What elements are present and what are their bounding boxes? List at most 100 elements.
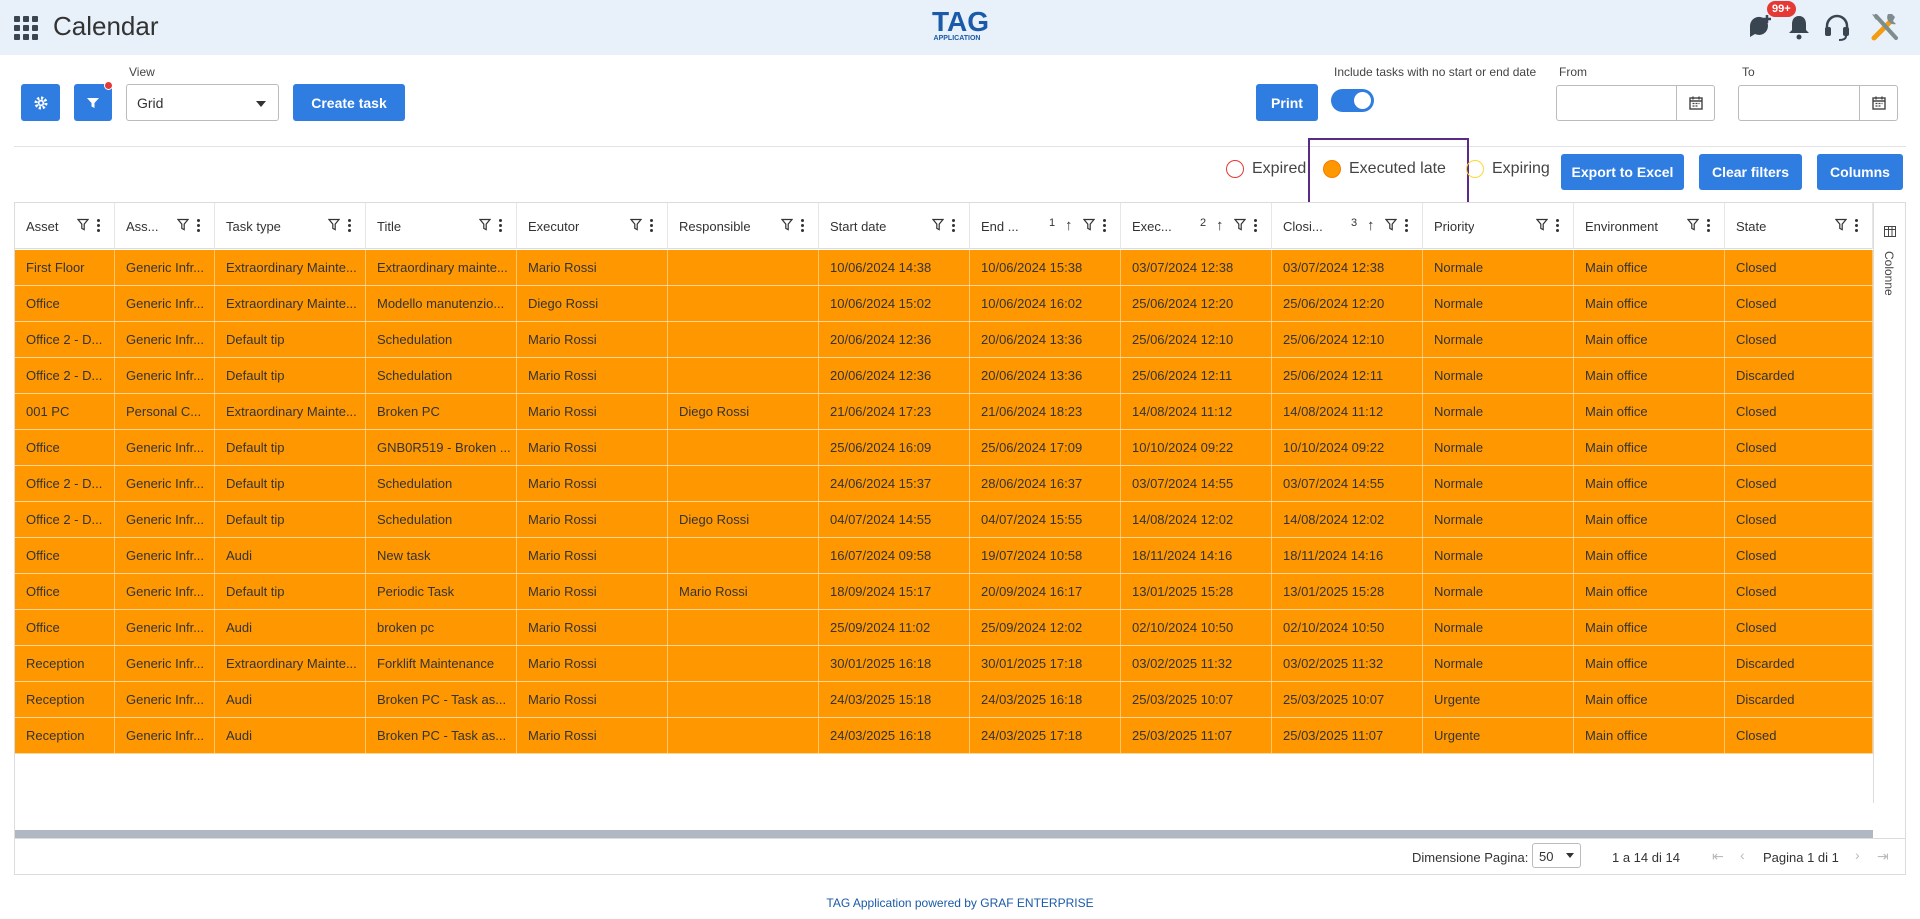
settings-button[interactable] bbox=[21, 84, 60, 121]
powered-by-footer[interactable]: TAG Application powered by GRAF ENTERPRI… bbox=[0, 896, 1920, 910]
column-menu-icon[interactable] bbox=[1405, 219, 1408, 233]
filter-icon[interactable] bbox=[1687, 218, 1699, 232]
filter-icon[interactable] bbox=[781, 218, 793, 232]
filter-icon[interactable] bbox=[630, 218, 642, 232]
columns-button[interactable]: Columns bbox=[1817, 154, 1903, 190]
table-cell: Main office bbox=[1574, 574, 1725, 609]
column-menu-icon[interactable] bbox=[801, 219, 804, 233]
column-menu-icon[interactable] bbox=[97, 219, 100, 233]
sort-ascending-icon[interactable]: ↑ bbox=[1367, 217, 1375, 234]
print-button[interactable]: Print bbox=[1256, 84, 1318, 121]
column-header[interactable]: State bbox=[1725, 203, 1873, 249]
page-title: Calendar bbox=[53, 11, 159, 41]
column-header[interactable]: Environment bbox=[1574, 203, 1725, 249]
column-header[interactable]: End ... 1 ↑ bbox=[970, 203, 1121, 249]
table-cell: Office bbox=[15, 538, 115, 573]
next-page-icon[interactable]: › bbox=[1855, 847, 1860, 863]
table-cell: 13/01/2025 15:28 bbox=[1272, 574, 1423, 609]
headset-icon[interactable] bbox=[1822, 12, 1852, 42]
clear-filters-button[interactable]: Clear filters bbox=[1699, 154, 1802, 190]
column-menu-icon[interactable] bbox=[1254, 219, 1257, 233]
table-cell: Main office bbox=[1574, 358, 1725, 393]
table-cell: Mario Rossi bbox=[517, 574, 668, 609]
include-tasks-toggle[interactable] bbox=[1331, 89, 1374, 112]
filter-icon[interactable] bbox=[1083, 218, 1095, 232]
tools-icon[interactable] bbox=[1868, 10, 1902, 44]
last-page-icon[interactable]: ⇥ bbox=[1877, 848, 1889, 865]
calendar-icon[interactable] bbox=[1859, 86, 1897, 120]
from-date-input[interactable] bbox=[1556, 85, 1715, 121]
column-header[interactable]: Responsible bbox=[668, 203, 819, 249]
table-cell: Broken PC bbox=[366, 394, 517, 429]
legend-expired[interactable]: Expired bbox=[1226, 160, 1306, 178]
previous-page-icon[interactable]: ‹ bbox=[1740, 847, 1745, 863]
column-menu-icon[interactable] bbox=[348, 219, 351, 233]
filter-button[interactable] bbox=[74, 81, 113, 121]
column-header[interactable]: Executor bbox=[517, 203, 668, 249]
apps-grid-icon[interactable] bbox=[14, 16, 38, 40]
table-row[interactable]: First Floor Generic Infr... Extraordinary … bbox=[15, 250, 1873, 286]
filter-icon[interactable] bbox=[77, 218, 89, 232]
sort-ascending-icon[interactable]: ↑ bbox=[1065, 217, 1073, 234]
calendar-icon[interactable] bbox=[1676, 86, 1714, 120]
add-feedback-icon[interactable] bbox=[1745, 12, 1775, 42]
table-row[interactable]: Reception Generic Infr... Audi Broken PC - … bbox=[15, 718, 1873, 754]
table-row[interactable]: Reception Generic Infr... Extraordinary Ma… bbox=[15, 646, 1873, 682]
column-header[interactable]: Priority bbox=[1423, 203, 1574, 249]
column-menu-icon[interactable] bbox=[1556, 219, 1559, 233]
export-excel-button[interactable]: Export to Excel bbox=[1561, 154, 1684, 190]
columns-side-panel[interactable]: Colonne bbox=[1873, 203, 1905, 803]
filter-icon[interactable] bbox=[1835, 218, 1847, 232]
column-header[interactable]: Exec... 2 ↑ bbox=[1121, 203, 1272, 249]
page-size-select[interactable]: 50 bbox=[1532, 843, 1581, 868]
table-cell: Reception bbox=[15, 718, 115, 753]
column-header[interactable]: Closi... 3 ↑ bbox=[1272, 203, 1423, 249]
sort-ascending-icon[interactable]: ↑ bbox=[1216, 217, 1224, 234]
columns-icon bbox=[1884, 226, 1896, 237]
column-header[interactable]: Title bbox=[366, 203, 517, 249]
top-bar: Calendar TAG APPLICATION 99+ bbox=[0, 0, 1920, 55]
table-row[interactable]: Office Generic Infr... Extraordinary Maint… bbox=[15, 286, 1873, 322]
to-date-input[interactable] bbox=[1738, 85, 1898, 121]
legend-expiring[interactable]: Expiring bbox=[1466, 160, 1550, 178]
table-cell: 25/06/2024 12:10 bbox=[1121, 322, 1272, 357]
column-menu-icon[interactable] bbox=[1855, 219, 1858, 233]
horizontal-scrollbar[interactable] bbox=[15, 830, 1873, 838]
first-page-icon[interactable]: ⇤ bbox=[1712, 848, 1724, 865]
column-menu-icon[interactable] bbox=[499, 219, 502, 233]
filter-icon[interactable] bbox=[328, 218, 340, 232]
table-row[interactable]: Office 2 - D... Generic Infr... Default ti… bbox=[15, 322, 1873, 358]
table-row[interactable]: Office 2 - D... Generic Infr... Default ti… bbox=[15, 358, 1873, 394]
filter-icon[interactable] bbox=[1385, 218, 1397, 232]
table-cell: Normale bbox=[1423, 394, 1574, 429]
column-header[interactable]: Asset bbox=[15, 203, 115, 249]
table-cell: Mario Rossi bbox=[517, 250, 668, 285]
table-cell: Mario Rossi bbox=[517, 610, 668, 645]
column-menu-icon[interactable] bbox=[197, 219, 200, 233]
column-header[interactable]: Ass... bbox=[115, 203, 215, 249]
column-menu-icon[interactable] bbox=[1707, 219, 1710, 233]
column-header[interactable]: Task type bbox=[215, 203, 366, 249]
filter-icon[interactable] bbox=[1234, 218, 1246, 232]
column-menu-icon[interactable] bbox=[1103, 219, 1106, 233]
view-select[interactable]: Grid bbox=[126, 84, 279, 121]
table-row[interactable]: 001 PC Personal C... Extraordinary Mainte.… bbox=[15, 394, 1873, 430]
column-header[interactable]: Start date bbox=[819, 203, 970, 249]
table-row[interactable]: Reception Generic Infr... Audi Broken PC - … bbox=[15, 682, 1873, 718]
table-cell: Normale bbox=[1423, 646, 1574, 681]
gear-icon bbox=[34, 96, 47, 109]
filter-icon[interactable] bbox=[177, 218, 189, 232]
column-menu-icon[interactable] bbox=[952, 219, 955, 233]
table-row[interactable]: Office 2 - D... Generic Infr... Default ti… bbox=[15, 466, 1873, 502]
filter-icon[interactable] bbox=[1536, 218, 1548, 232]
table-row[interactable]: Office 2 - D... Generic Infr... Default ti… bbox=[15, 502, 1873, 538]
table-row[interactable]: Office Generic Infr... Audi New task Mario R… bbox=[15, 538, 1873, 574]
table-row[interactable]: Office Generic Infr... Audi broken pc Mario … bbox=[15, 610, 1873, 646]
create-task-button[interactable]: Create task bbox=[293, 84, 405, 121]
column-menu-icon[interactable] bbox=[650, 219, 653, 233]
filter-icon[interactable] bbox=[479, 218, 491, 232]
tag-logo[interactable]: TAG APPLICATION bbox=[932, 8, 989, 43]
table-row[interactable]: Office Generic Infr... Default tip GNB0R519… bbox=[15, 430, 1873, 466]
filter-icon[interactable] bbox=[932, 218, 944, 232]
table-row[interactable]: Office Generic Infr... Default tip Periodic… bbox=[15, 574, 1873, 610]
